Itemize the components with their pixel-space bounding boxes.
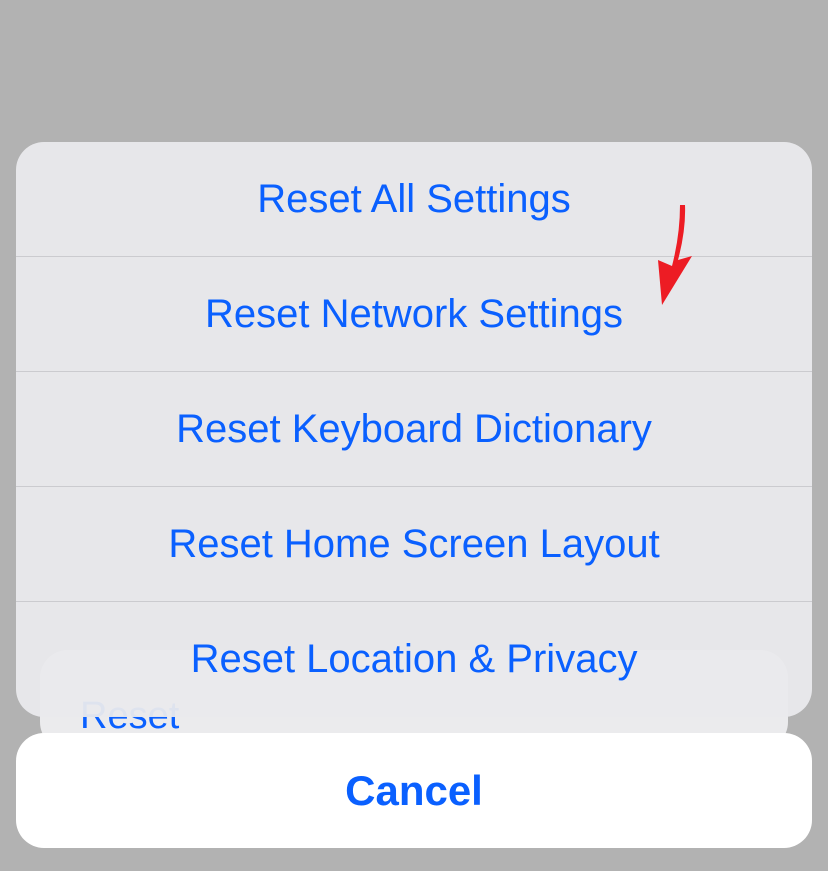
- reset-all-settings-button[interactable]: Reset All Settings: [16, 142, 812, 257]
- cancel-label: Cancel: [345, 767, 483, 815]
- cancel-button[interactable]: Cancel: [16, 733, 812, 848]
- reset-location-privacy-button[interactable]: Reset Location & Privacy: [16, 602, 812, 717]
- reset-network-settings-button[interactable]: Reset Network Settings: [16, 257, 812, 372]
- reset-home-screen-layout-button[interactable]: Reset Home Screen Layout: [16, 487, 812, 602]
- action-sheet-options: Reset All Settings Reset Network Setting…: [16, 142, 812, 717]
- action-sheet: Reset All Settings Reset Network Setting…: [16, 142, 812, 848]
- option-label: Reset Location & Privacy: [191, 637, 638, 682]
- reset-keyboard-dictionary-button[interactable]: Reset Keyboard Dictionary: [16, 372, 812, 487]
- option-label: Reset All Settings: [257, 177, 571, 222]
- option-label: Reset Keyboard Dictionary: [176, 407, 652, 452]
- option-label: Reset Network Settings: [205, 292, 623, 337]
- option-label: Reset Home Screen Layout: [168, 522, 659, 567]
